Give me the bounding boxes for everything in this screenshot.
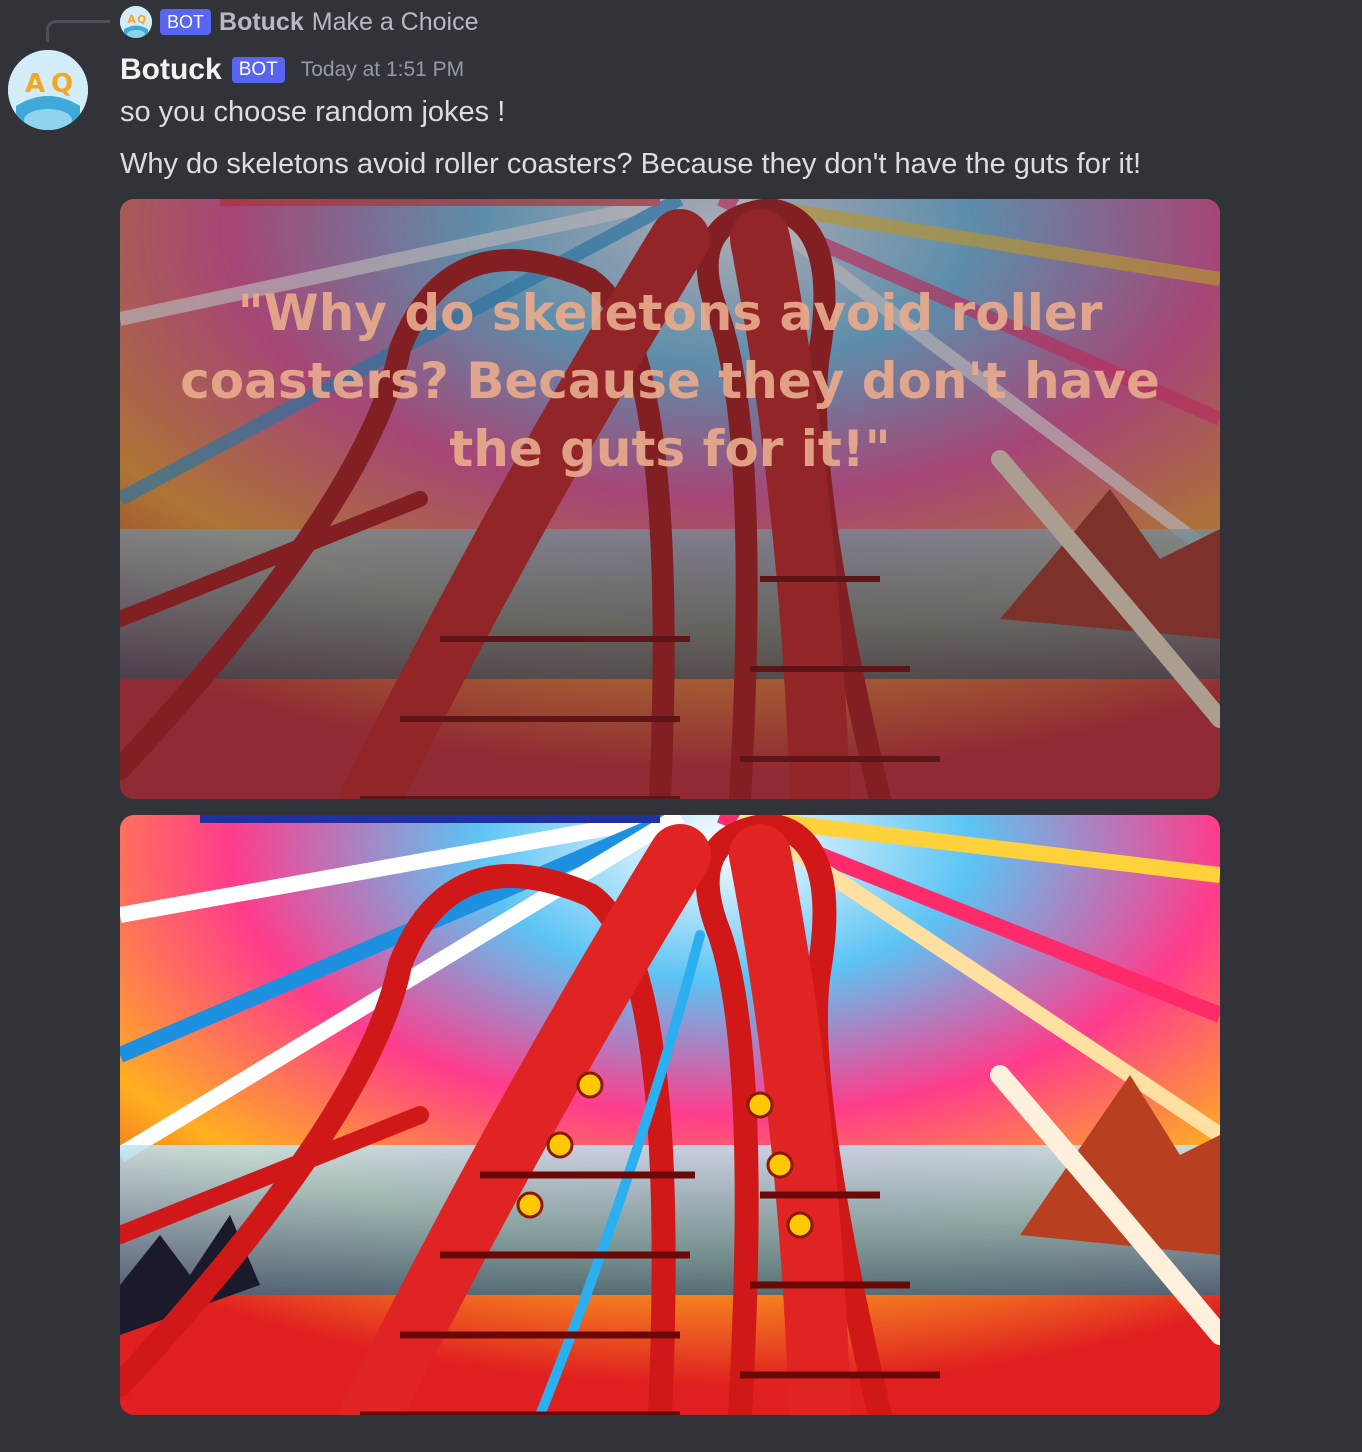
author-avatar-icon[interactable]: A Q <box>8 50 88 130</box>
message-line: so you choose random jokes ! <box>120 96 506 128</box>
image-attachment-with-text[interactable]: "Why do skeletons avoid roller coasters?… <box>120 199 1220 799</box>
reply-author[interactable]: Botuck <box>219 8 304 37</box>
svg-text:Q: Q <box>137 14 146 26</box>
svg-text:Q: Q <box>51 69 73 99</box>
image-overlay-text: "Why do skeletons avoid roller coasters?… <box>180 284 1160 478</box>
message-header: Botuck BOT Today at 1:51 PM <box>120 50 464 90</box>
author-name[interactable]: Botuck <box>120 53 222 87</box>
reply-avatar-icon: A Q <box>120 6 152 38</box>
message-line: Why do skeletons avoid roller coasters? … <box>120 148 1142 180</box>
bot-tag: BOT <box>231 57 285 83</box>
reply-content[interactable]: Make a Choice <box>312 8 479 37</box>
reply-preview[interactable]: A Q BOT Botuck Make a Choice <box>120 4 479 40</box>
reply-connector <box>46 20 110 42</box>
roller-coaster-image <box>120 815 1220 1415</box>
reply-bot-tag: BOT <box>160 9 212 35</box>
svg-text:A: A <box>25 69 45 99</box>
svg-text:A: A <box>128 14 136 26</box>
timestamp[interactable]: Today at 1:51 PM <box>301 58 464 82</box>
image-attachment[interactable] <box>120 815 1220 1415</box>
